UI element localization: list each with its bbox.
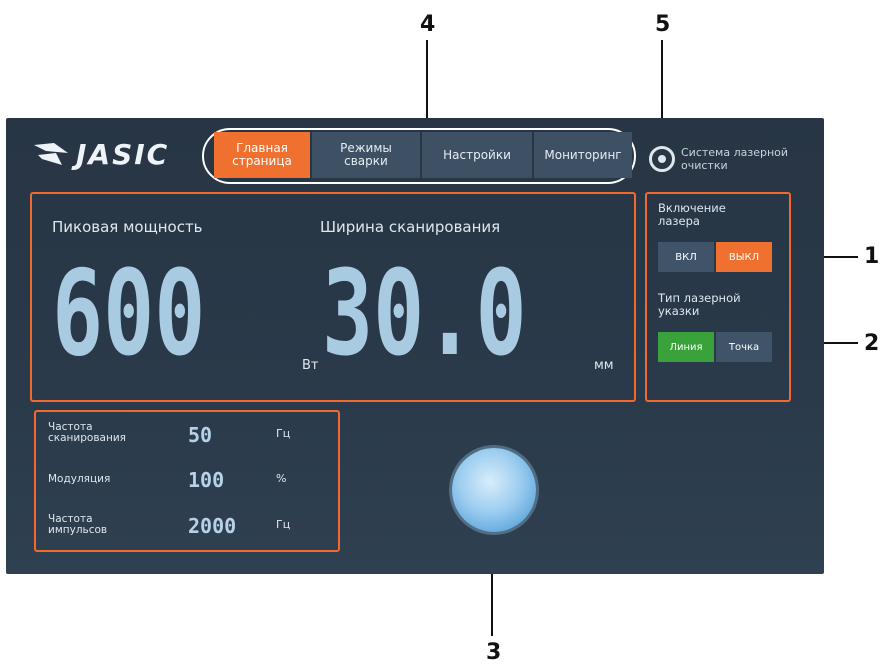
tab-home[interactable]: Главная страница: [214, 132, 310, 178]
param-unit-pulse-freq: Гц: [276, 518, 291, 531]
start-button[interactable]: [452, 448, 536, 532]
power-unit: Вт: [302, 358, 319, 373]
scan-width-value[interactable]: 30.0: [322, 254, 527, 372]
peak-power-value[interactable]: 600: [52, 254, 205, 372]
callout-4: 4: [420, 12, 436, 37]
param-value-scan-freq[interactable]: 50: [188, 423, 212, 447]
refresh-icon: [649, 146, 675, 172]
param-label-modulation: Модуляция: [48, 473, 111, 485]
pointer-point-button[interactable]: Точка: [716, 332, 772, 362]
jasic-logo: JASIC: [32, 136, 192, 172]
tab-welding-modes[interactable]: Режимы сварки: [312, 132, 420, 178]
scan-width-label: Ширина сканирования: [320, 218, 501, 236]
param-value-modulation[interactable]: 100: [188, 468, 224, 492]
peak-power-label: Пиковая мощность: [52, 218, 203, 236]
pointer-line-button[interactable]: Линия: [658, 332, 714, 362]
callout-2: 2: [864, 331, 880, 356]
param-unit-modulation: %: [276, 472, 287, 485]
callout-1: 1: [864, 244, 880, 269]
pointer-type-title: Тип лазерной указки: [658, 291, 741, 318]
param-value-pulse-freq[interactable]: 2000: [188, 514, 236, 538]
tab-home-label: Главная страница: [232, 141, 292, 168]
tab-settings-label: Настройки: [443, 147, 511, 162]
system-label: Система лазерной очистки: [681, 146, 789, 172]
tab-welding-modes-label: Режимы сварки: [340, 141, 392, 168]
param-unit-scan-freq: Гц: [276, 427, 291, 440]
logo-text: JASIC: [76, 137, 170, 171]
laser-cleaning-system[interactable]: Система лазерной очистки: [649, 138, 824, 180]
param-label-scan-freq: Частота сканирования: [48, 421, 126, 444]
callout-line-4: [426, 40, 428, 130]
tab-settings[interactable]: Настройки: [422, 132, 532, 178]
device-screen: JASIC Главная страница Режимы сварки Настр…: [6, 118, 824, 574]
tab-monitoring-label: Мониторинг: [544, 147, 622, 162]
width-unit: мм: [594, 358, 614, 373]
callout-3: 3: [486, 640, 502, 665]
laser-on-button[interactable]: ВКЛ: [658, 242, 714, 272]
tab-monitoring[interactable]: Мониторинг: [534, 132, 632, 178]
laser-off-button[interactable]: ВЫКЛ: [716, 242, 772, 272]
laser-enable-title: Включение лазера: [658, 201, 726, 228]
logo-mark-icon: [34, 143, 68, 165]
param-label-pulse-freq: Частота импульсов: [48, 513, 108, 536]
callout-5: 5: [655, 12, 671, 37]
